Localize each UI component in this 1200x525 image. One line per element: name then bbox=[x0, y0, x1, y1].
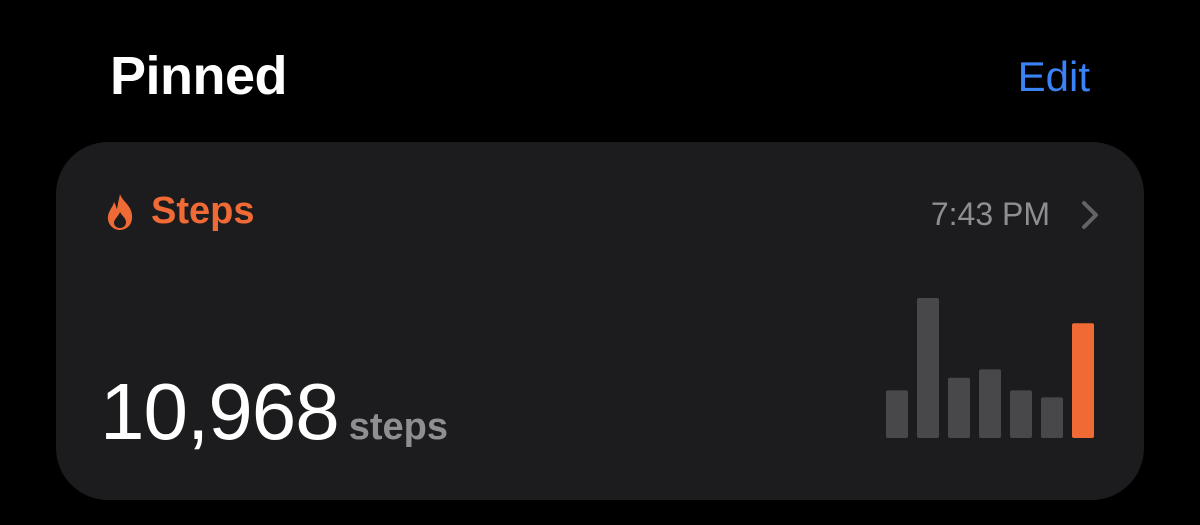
card-title: Steps bbox=[151, 190, 255, 232]
step-value: 10,968 bbox=[100, 367, 340, 456]
step-unit: steps bbox=[348, 406, 448, 448]
steps-card[interactable]: Steps 7:43 PM 10,968 steps bbox=[56, 142, 1144, 500]
steps-mini-chart bbox=[886, 298, 1094, 438]
chart-bar bbox=[948, 377, 970, 438]
chart-bar bbox=[979, 369, 1001, 438]
chart-bar bbox=[1041, 397, 1063, 438]
edit-button[interactable]: Edit bbox=[1018, 50, 1090, 104]
timestamp: 7:43 PM bbox=[930, 196, 1050, 232]
step-count: 10,968 steps bbox=[100, 364, 448, 460]
chart-bar bbox=[1010, 390, 1032, 438]
chart-bar-current bbox=[1072, 323, 1094, 438]
flame-icon bbox=[107, 194, 133, 230]
chevron-right-icon bbox=[1082, 201, 1098, 229]
page-title: Pinned bbox=[110, 46, 288, 106]
chart-bar bbox=[917, 298, 939, 438]
chart-bar bbox=[886, 390, 908, 438]
